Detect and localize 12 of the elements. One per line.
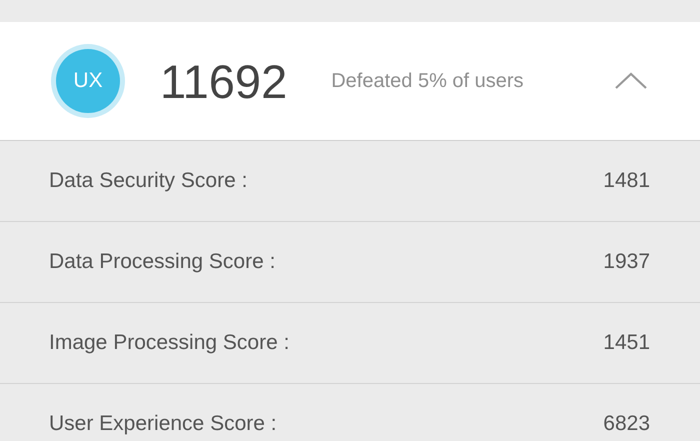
- chevron-up-icon: [614, 72, 648, 90]
- rank-note: Defeated 5% of users: [331, 70, 525, 92]
- score-value: 6823: [603, 412, 650, 436]
- score-value: 1481: [603, 169, 650, 193]
- score-value: 1937: [603, 250, 650, 274]
- score-label: Image Processing Score :: [49, 331, 290, 355]
- score-label: Data Security Score :: [49, 169, 248, 193]
- score-value: 1451: [603, 331, 650, 355]
- ux-badge: UX: [51, 44, 125, 118]
- total-score: 11692: [160, 54, 288, 108]
- score-label: User Experience Score :: [49, 412, 277, 436]
- score-label: Data Processing Score :: [49, 250, 276, 274]
